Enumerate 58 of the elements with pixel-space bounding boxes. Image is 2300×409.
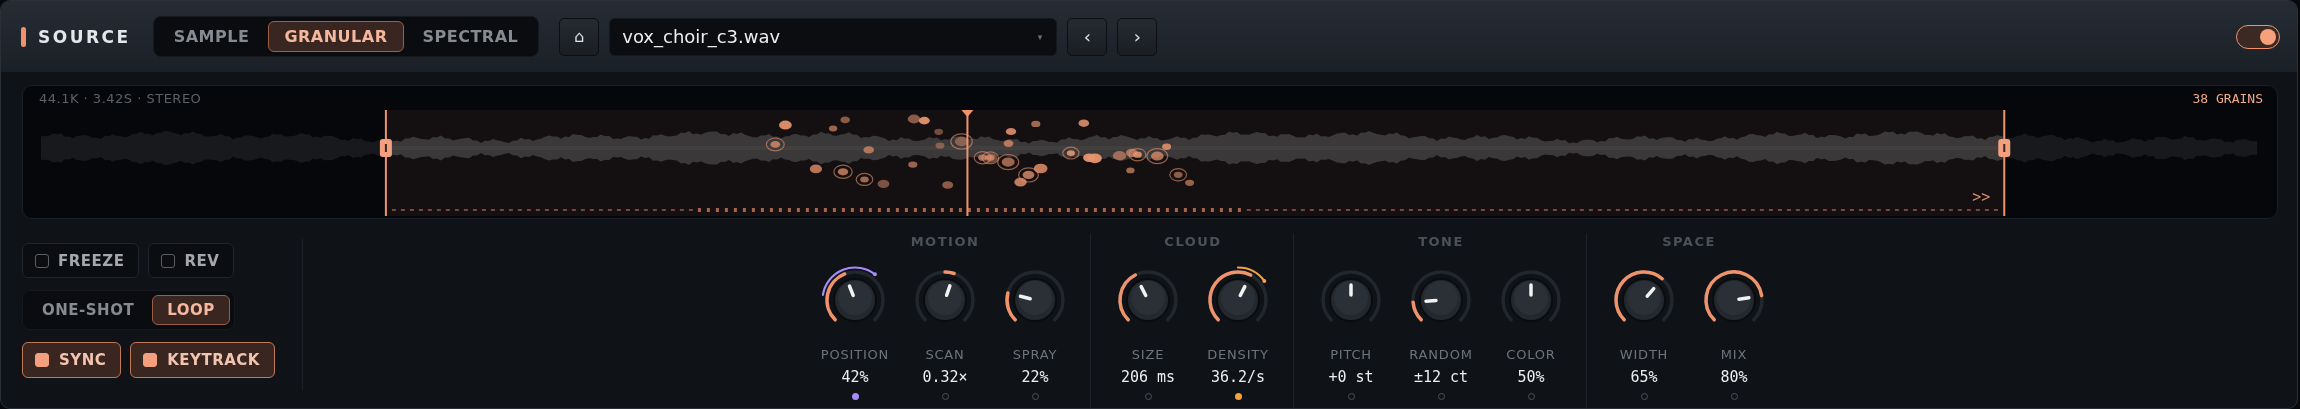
caret-icon: ▾ xyxy=(1037,31,1043,42)
mode-tab[interactable]: SPECTRAL xyxy=(406,21,535,52)
modulation-arc xyxy=(1236,266,1267,283)
knob-value: 36.2/s xyxy=(1210,368,1266,386)
toggle-label: KEYTRACK xyxy=(167,351,260,369)
section-heading: MOTION xyxy=(910,234,980,250)
knob-label: COLOR xyxy=(1506,347,1556,362)
region-handle[interactable] xyxy=(1998,110,2011,216)
knob-value: 0.32× xyxy=(922,368,968,386)
knob-value: 42% xyxy=(841,368,869,386)
file-dropdown[interactable]: vox_choir_c3.wav ▾ xyxy=(609,17,1058,56)
checkbox-label: FREEZE xyxy=(58,251,125,270)
previous-button[interactable]: ‹ xyxy=(1067,17,1108,56)
knob-value: 65% xyxy=(1630,368,1658,386)
toggle-indicator-icon xyxy=(143,353,158,367)
checkbox-label: REV xyxy=(184,251,220,270)
modulation-arc xyxy=(821,266,877,297)
checkbox-button[interactable]: REV xyxy=(148,243,235,278)
mode-tab[interactable]: GRANULAR xyxy=(268,21,404,52)
knob-value: 206 ms xyxy=(1120,368,1176,386)
section-heading: TONE xyxy=(1418,234,1464,250)
toggle-indicator-icon xyxy=(35,353,49,367)
play-mode-option[interactable]: ONE-SHOT xyxy=(27,295,150,325)
power-switch[interactable] xyxy=(2236,24,2280,49)
checkbox-button[interactable]: FREEZE xyxy=(22,243,140,278)
knob-value: +0 st xyxy=(1328,368,1374,386)
knob-label: SCAN xyxy=(925,347,965,362)
play-mode-option[interactable]: LOOP xyxy=(152,295,230,325)
section-title: SOURCE xyxy=(38,26,131,47)
region-handle[interactable] xyxy=(379,110,392,216)
knob-label: SIZE xyxy=(1131,347,1165,362)
knob-value: 22% xyxy=(1021,368,1049,386)
modulation-dot[interactable] xyxy=(1234,393,1242,400)
knob-label: RANDOM xyxy=(1409,347,1473,362)
knob-label: DENSITY xyxy=(1207,347,1269,362)
toggle-button[interactable]: KEYTRACK xyxy=(130,342,275,378)
follow-indicator[interactable]: >> xyxy=(1972,188,1991,206)
knob-label: WIDTH xyxy=(1619,347,1669,362)
mode-tab[interactable]: SAMPLE xyxy=(157,21,266,52)
file-info: 44.1K · 3.42S · STEREO xyxy=(39,90,202,106)
knob-value: ±12 ct xyxy=(1413,368,1469,386)
file-name: vox_choir_c3.wav xyxy=(622,26,781,47)
knob-value: 80% xyxy=(1720,368,1748,386)
next-button[interactable]: › xyxy=(1117,17,1158,56)
section-heading: CLOUD xyxy=(1164,234,1222,250)
home-button[interactable]: ⌂ xyxy=(559,17,600,56)
modulation-dot[interactable] xyxy=(851,393,859,400)
knob-label: PITCH xyxy=(1330,347,1372,362)
knob-label: SPRAY xyxy=(1012,347,1058,362)
section-heading: SPACE xyxy=(1662,234,1716,250)
accent-bar xyxy=(21,26,26,47)
knob-label: POSITION xyxy=(820,347,890,362)
toggle-button[interactable]: SYNC xyxy=(22,342,122,378)
playhead[interactable] xyxy=(961,110,974,216)
knob-value: 50% xyxy=(1517,368,1545,386)
knob-label: MIX xyxy=(1720,347,1748,362)
toggle-label: SYNC xyxy=(59,351,107,369)
grain-count: 38 GRAINS xyxy=(2192,90,2263,106)
